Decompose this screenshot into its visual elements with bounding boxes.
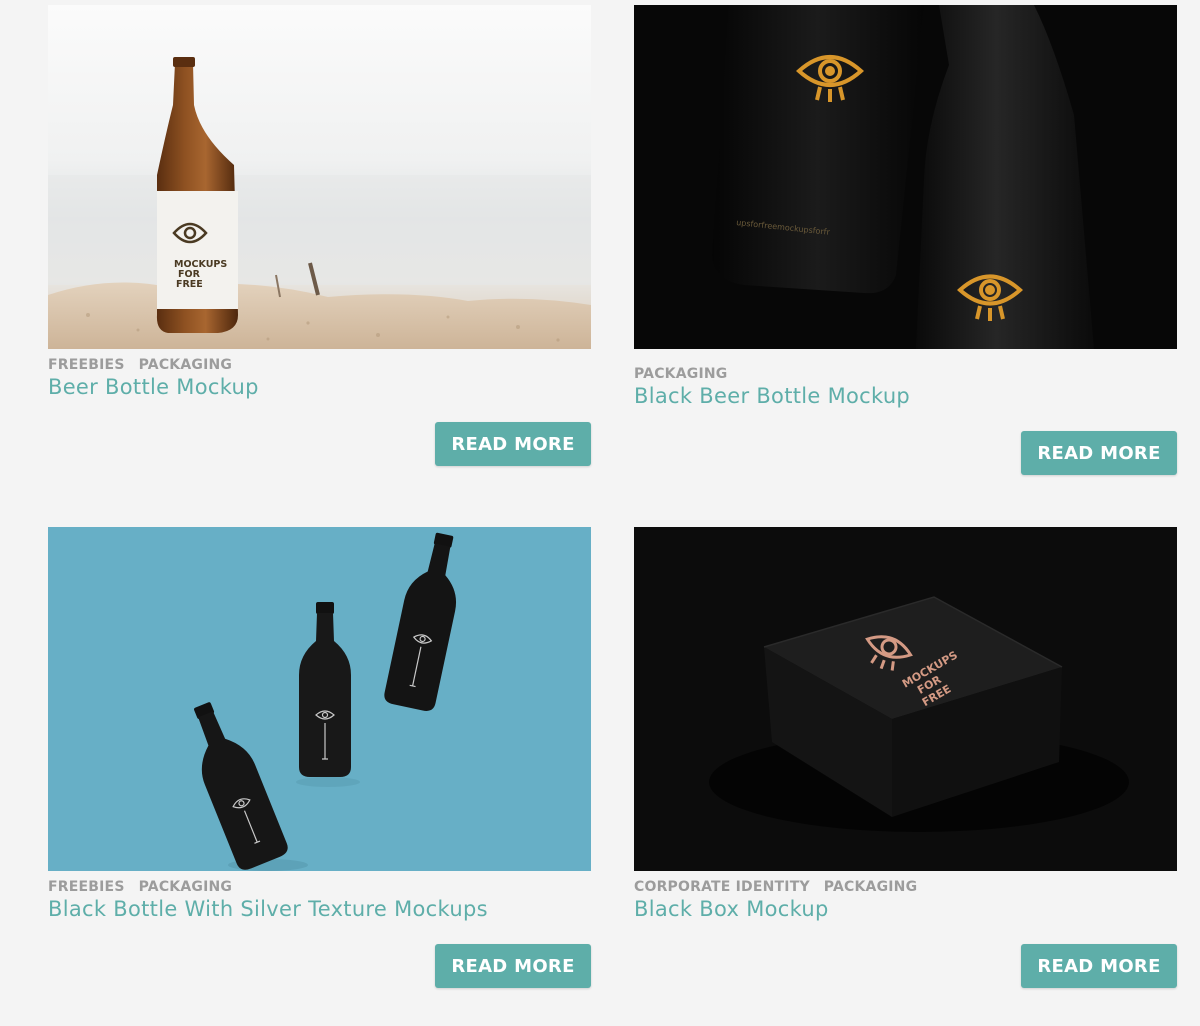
post-thumbnail-link[interactable]: MOCKUPS FOR FREE bbox=[634, 527, 1177, 871]
category-link-packaging[interactable]: PACKAGING bbox=[634, 366, 727, 382]
category-link-packaging[interactable]: PACKAGING bbox=[824, 879, 917, 895]
post-thumbnail-link[interactable] bbox=[48, 527, 591, 871]
post-card: FREEBIES PACKAGING Black Bottle With Silv… bbox=[48, 527, 591, 988]
post-title[interactable]: Beer Bottle Mockup bbox=[48, 375, 259, 399]
post-thumbnail-link[interactable]: upsforfreemockupsforfr bbox=[634, 5, 1177, 349]
post-categories: CORPORATE IDENTITY PACKAGING bbox=[634, 879, 931, 895]
post-image-black-box: MOCKUPS FOR FREE bbox=[634, 527, 1177, 871]
post-title[interactable]: Black Beer Bottle Mockup bbox=[634, 384, 910, 408]
category-link-packaging[interactable]: PACKAGING bbox=[139, 357, 232, 373]
post-image-black-beer-bottle: upsforfreemockupsforfr bbox=[634, 5, 1177, 349]
category-link-packaging[interactable]: PACKAGING bbox=[139, 879, 232, 895]
post-card: MOCKUPS FOR FREE FREEBIES PACKAGING Beer … bbox=[48, 5, 591, 466]
category-link-corporate-identity[interactable]: CORPORATE IDENTITY bbox=[634, 879, 810, 895]
post-image-beer-bottle-beach: MOCKUPS FOR FREE bbox=[48, 5, 591, 349]
read-more-button[interactable]: READ MORE bbox=[435, 422, 591, 466]
read-more-button[interactable]: READ MORE bbox=[1021, 944, 1177, 988]
post-categories: FREEBIES PACKAGING bbox=[48, 357, 246, 373]
post-card: upsforfreemockupsforfr PACKAGING Black B… bbox=[634, 5, 1177, 475]
post-categories: PACKAGING bbox=[634, 366, 741, 382]
read-more-button[interactable]: READ MORE bbox=[1021, 431, 1177, 475]
post-title[interactable]: Black Bottle With Silver Texture Mockups bbox=[48, 897, 488, 921]
category-link-freebies[interactable]: FREEBIES bbox=[48, 357, 125, 373]
post-thumbnail-link[interactable]: MOCKUPS FOR FREE bbox=[48, 5, 591, 349]
category-link-freebies[interactable]: FREEBIES bbox=[48, 879, 125, 895]
post-title[interactable]: Black Box Mockup bbox=[634, 897, 829, 921]
svg-text:FREE: FREE bbox=[176, 279, 203, 290]
post-image-three-black-bottles bbox=[48, 527, 591, 871]
post-card: MOCKUPS FOR FREE CORPORATE IDENTITY PACKA… bbox=[634, 527, 1177, 988]
read-more-button[interactable]: READ MORE bbox=[435, 944, 591, 988]
post-categories: FREEBIES PACKAGING bbox=[48, 879, 246, 895]
